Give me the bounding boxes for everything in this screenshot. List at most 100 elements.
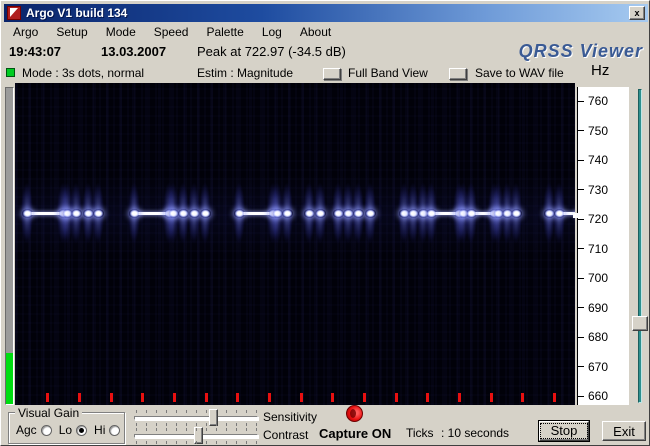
signal-dot (200, 209, 211, 218)
contrast-slider[interactable] (134, 426, 258, 444)
exit-button[interactable]: Exit (602, 421, 646, 441)
slider-tick (156, 410, 157, 413)
slider-tick (216, 441, 217, 444)
info-row: 19:43:07 13.03.2007 Peak at 722.97 (-34.… (1, 41, 650, 63)
menu-bar: Argo Setup Mode Speed Palette Log About (4, 24, 648, 40)
time-tick (363, 393, 366, 402)
ticks-value: : 10 seconds (441, 426, 510, 440)
freq-tick (578, 189, 584, 190)
slider-tick (156, 428, 157, 431)
slider-tick (216, 410, 217, 413)
full-band-view-checkbox[interactable] (323, 68, 341, 80)
freq-tick (578, 130, 584, 131)
bottom-controls: Visual Gain Agc Lo Hi Sensitivity Contrast… (1, 405, 650, 446)
vslider-track[interactable] (638, 89, 642, 403)
freq-label-row: 680 (578, 330, 608, 344)
slider-tick (226, 410, 227, 413)
time-tick (78, 393, 81, 402)
close-icon[interactable]: x (629, 6, 645, 20)
capture-status: Capture ON (319, 426, 392, 441)
signal-dot (93, 209, 104, 218)
menu-palette[interactable]: Palette (197, 25, 252, 39)
time-tick (331, 393, 334, 402)
time-tick (300, 393, 303, 402)
freq-tick (578, 277, 584, 279)
slider-tick (226, 428, 227, 431)
slider-tick (146, 410, 147, 413)
menu-log[interactable]: Log (253, 25, 291, 39)
radio-agc[interactable] (40, 424, 52, 436)
slider-tick (236, 428, 237, 431)
freq-label: 670 (588, 359, 609, 374)
slider-tick (256, 428, 257, 431)
freq-label-row: 660 (578, 389, 609, 403)
slider-tick (156, 441, 157, 444)
slider-tick (236, 410, 237, 413)
save-to-wav-checkbox[interactable] (449, 68, 467, 80)
freq-label-row: 750 (578, 123, 609, 138)
mode-status: Mode : 3s dots, normal (22, 66, 145, 80)
app-window: Argo V1 build 134 x Argo Setup Mode Spee… (0, 0, 650, 446)
slider-tick (186, 441, 187, 444)
time-tick (458, 393, 461, 402)
radio-lo[interactable] (76, 424, 88, 436)
slider-tick (206, 428, 207, 431)
freq-label-row: 730 (578, 183, 608, 197)
slider-tick (136, 428, 137, 431)
freq-label-row: 760 (578, 94, 609, 108)
slider-tick (196, 428, 197, 431)
slider-tick (136, 410, 137, 413)
stop-button[interactable]: Stop (538, 420, 590, 442)
freq-label: 700 (588, 271, 609, 285)
slider-tick (256, 410, 257, 413)
radio-label-agc: Agc (16, 423, 37, 437)
slider-tick (146, 441, 147, 444)
slider-tick (176, 441, 177, 444)
slider-tick (246, 441, 247, 444)
menu-argo[interactable]: Argo (4, 25, 47, 39)
signal-dot (22, 209, 33, 218)
time-tick (46, 393, 49, 402)
stop-button-label: Stop (539, 423, 589, 439)
menu-mode[interactable]: Mode (97, 25, 145, 39)
freq-label: 750 (588, 123, 609, 138)
slider-tick (246, 410, 247, 413)
menu-about[interactable]: About (291, 25, 340, 39)
slider-tick (146, 428, 147, 431)
freq-tick (578, 336, 584, 338)
time-tick (205, 393, 208, 402)
signal-dot (129, 209, 140, 218)
slider-tick (246, 428, 247, 431)
signal-dot (466, 209, 477, 218)
slider-tick (166, 410, 167, 413)
freq-tick (578, 100, 584, 102)
menu-speed[interactable]: Speed (145, 25, 198, 39)
freq-label: 690 (588, 300, 609, 315)
exit-button-label: Exit (613, 423, 635, 439)
sensitivity-label: Sensitivity (263, 410, 318, 424)
spectrogram[interactable] (15, 83, 575, 405)
freq-label: 760 (588, 94, 609, 108)
title-bar[interactable]: Argo V1 build 134 x (4, 4, 648, 22)
freq-label: 720 (588, 212, 609, 226)
vslider-thumb[interactable] (632, 315, 648, 331)
slider-tick (196, 441, 197, 444)
radio-label-lo: Lo (58, 423, 73, 437)
freq-tick (578, 159, 584, 161)
freq-tick (578, 307, 584, 308)
app-icon (7, 6, 21, 20)
radio-hi[interactable] (109, 424, 121, 436)
save-to-wav-label: Save to WAV file (475, 66, 564, 80)
estim-status: Estim : Magnitude (197, 66, 294, 80)
sensitivity-slider[interactable] (134, 408, 258, 426)
frequency-offset-slider[interactable] (631, 87, 649, 405)
freq-label: 660 (588, 389, 609, 403)
capture-led-icon (346, 405, 363, 422)
slider-tick (236, 441, 237, 444)
sensitivity-track[interactable] (134, 416, 258, 420)
signal-dot (426, 209, 437, 218)
window-title: Argo V1 build 134 (26, 6, 128, 20)
time-tick (110, 393, 113, 402)
menu-setup[interactable]: Setup (47, 25, 96, 39)
peak-marker (573, 213, 578, 218)
